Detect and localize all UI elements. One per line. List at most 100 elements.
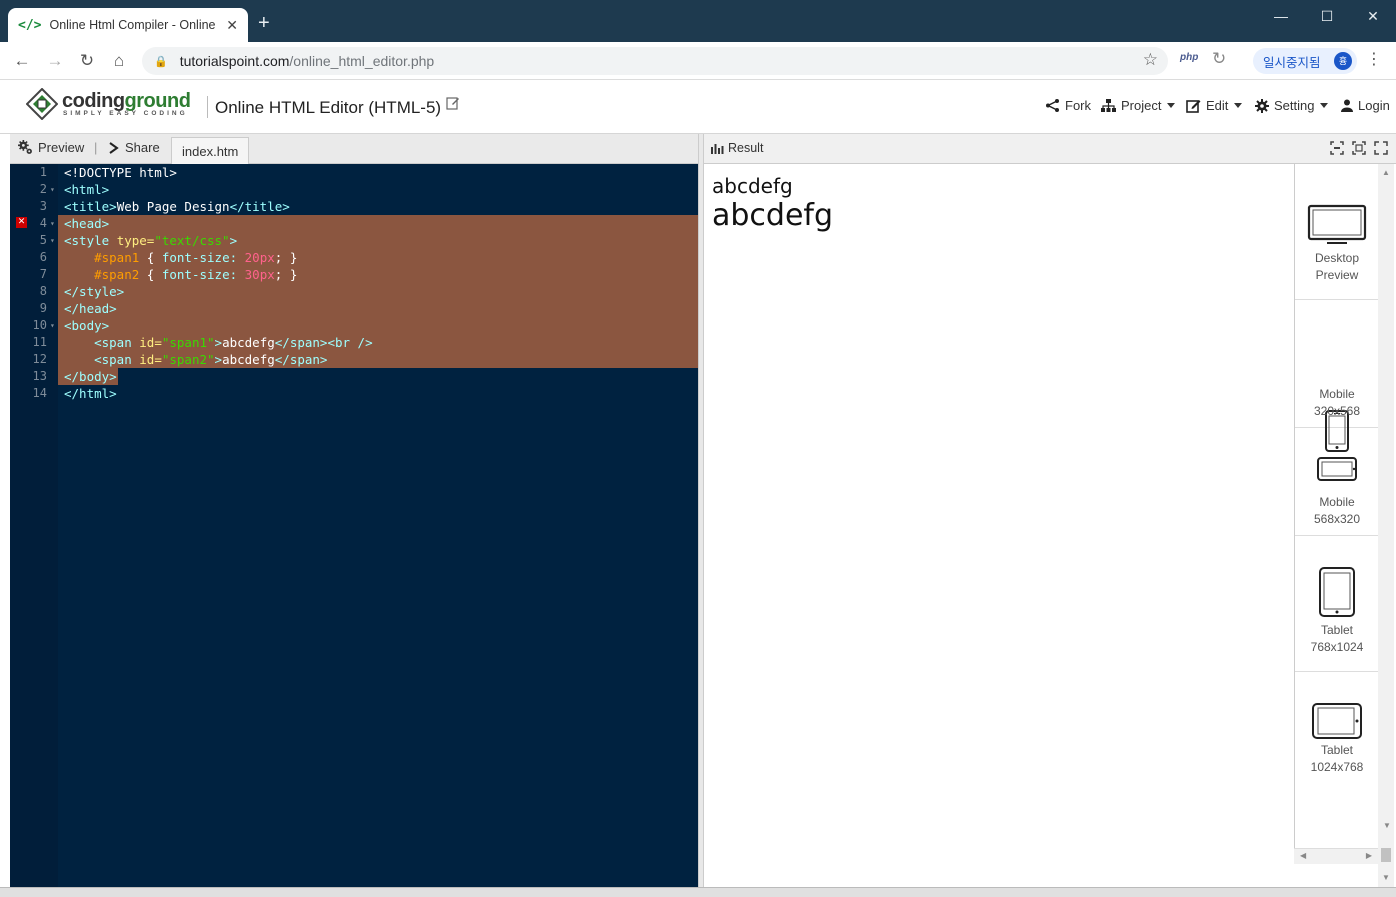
code-token: ; } [274, 267, 298, 282]
code-token: type= [116, 233, 155, 248]
code-token: ; } [274, 250, 298, 265]
share-button[interactable]: Share [108, 140, 160, 155]
device-name: Tablet [1320, 743, 1354, 757]
chevron-right-icon [109, 141, 119, 154]
line-number: 4 [39, 216, 47, 230]
fold-arrow-icon[interactable]: ▾ [50, 181, 55, 198]
forward-icon[interactable]: → [44, 50, 66, 72]
code-token: id= [139, 352, 162, 367]
close-tab-icon[interactable]: ✕ [226, 17, 238, 34]
device-scroll-down-icon[interactable]: ▼ [1383, 821, 1391, 830]
code-token: { [146, 267, 155, 282]
editor-tabbar: Preview | Share index.htm [10, 134, 698, 164]
device-name: Mobile [1319, 387, 1355, 401]
share-label: Share [125, 140, 160, 155]
chevron-down-icon [1320, 103, 1329, 108]
reload-icon[interactable]: ↻ [76, 50, 98, 72]
fold-arrow-icon[interactable]: ▾ [50, 232, 55, 249]
code-token: </title> [229, 199, 290, 214]
project-label: Project [1121, 98, 1162, 113]
code-token: 20px [244, 250, 275, 265]
code-line: 12 <span id="span2">abcdefg</span> [10, 351, 698, 368]
scroll-thumb[interactable] [1381, 848, 1391, 862]
scroll-left-icon[interactable]: ◀ [1300, 851, 1306, 860]
browser-tab[interactable]: </> Online Html Compiler - Online H ✕ [8, 8, 248, 42]
fit-screen-icon[interactable] [1330, 141, 1344, 155]
fold-arrow-icon[interactable]: ▾ [50, 317, 55, 334]
code-line: 3 <title>Web Page Design</title> [10, 198, 698, 215]
gear-icon [1255, 98, 1269, 113]
back-icon[interactable]: ← [11, 50, 33, 72]
device-name: Tablet [1320, 623, 1354, 637]
code-favicon-icon: </> [18, 17, 42, 33]
code-token: abcdefg [222, 352, 275, 367]
device-mobile-portrait[interactable]: Mobile 320x568 [1295, 300, 1378, 452]
project-menu[interactable]: Project [1101, 98, 1176, 113]
fold-arrow-icon[interactable]: ▾ [50, 215, 55, 232]
logo-word-ground: ground [124, 90, 191, 112]
home-icon[interactable]: ⌂ [108, 50, 130, 72]
logo-word-coding: coding [62, 90, 125, 112]
address-bar[interactable]: 🔒 tutorialspoint.com/online_html_editor.… [142, 47, 1168, 75]
code-line: 11 <span id="span1">abcdefg</span><br /> [10, 334, 698, 351]
new-tab-icon[interactable]: + [258, 12, 270, 35]
line-number: 8 [39, 284, 47, 298]
scroll-down-icon[interactable]: ▼ [1382, 873, 1390, 882]
codingground-logo-icon[interactable] [26, 88, 58, 120]
edit-title-icon[interactable] [446, 96, 460, 110]
result-span2: abcdefg [712, 198, 834, 233]
browser-menu-icon[interactable]: ⋮ [1366, 49, 1382, 69]
desktop-icon [1307, 204, 1367, 244]
fork-menu[interactable]: Fork [1045, 98, 1091, 113]
result-tab[interactable]: Result [711, 141, 763, 155]
result-toolbar [1330, 141, 1388, 155]
device-size: 768x1024 [1310, 640, 1364, 654]
code-line: 7 #span2 { font-size: 30px; } [10, 266, 698, 283]
device-size: 568x320 [1313, 512, 1361, 526]
code-token: </html> [64, 386, 117, 401]
device-tablet-portrait[interactable]: Tablet 768x1024 [1295, 536, 1378, 672]
device-mobile-landscape[interactable]: Mobile 568x320 [1295, 428, 1378, 536]
php-extension-icon[interactable]: php [1180, 52, 1198, 63]
bookmark-star-icon[interactable]: ☆ [1143, 50, 1158, 70]
scroll-up-icon[interactable]: ▲ [1382, 168, 1390, 177]
result-label: Result [728, 141, 764, 155]
code-token: </body> [64, 369, 117, 384]
browser-titlebar: </> Online Html Compiler - Online H ✕ + … [0, 0, 1396, 42]
code-token: <!DOCTYPE html> [64, 165, 177, 180]
scroll-right-icon[interactable]: ▶ [1366, 851, 1372, 860]
device-name: Desktop [1314, 251, 1360, 265]
code-editor[interactable]: 1 <!DOCTYPE html> 2 ▾ <html> 3 <title>We… [10, 164, 698, 887]
device-size: Preview [1315, 268, 1359, 282]
device-tablet-landscape[interactable]: Tablet 1024x768 [1295, 672, 1378, 848]
result-vscrollbar[interactable]: ▲ ▼ [1378, 164, 1394, 887]
setting-menu[interactable]: Setting [1255, 98, 1329, 113]
code-token: <title> [64, 199, 117, 214]
edit-menu[interactable]: Edit [1186, 98, 1243, 113]
code-line: 2 ▾ <html> [10, 181, 698, 198]
extension-refresh-icon[interactable]: ↻ [1212, 49, 1226, 69]
preview-button[interactable]: Preview [18, 140, 84, 155]
code-token: <span [94, 352, 132, 367]
tablet-portrait-icon [1319, 567, 1355, 617]
window-close-icon[interactable]: ✕ [1350, 4, 1396, 28]
line-number: 7 [39, 267, 47, 281]
fullscreen-icon[interactable] [1374, 141, 1388, 155]
bar-chart-icon [711, 143, 724, 154]
code-token: "text/css" [154, 233, 230, 248]
login-link[interactable]: Login [1341, 98, 1390, 113]
compress-icon[interactable] [1352, 141, 1366, 155]
profile-paused-button[interactable]: 일시중지됨 흉 [1253, 48, 1357, 74]
device-list-hscrollbar[interactable]: ◀ ▶ [1294, 848, 1378, 864]
setting-label: Setting [1274, 98, 1315, 113]
tab-index-htm[interactable]: index.htm [171, 137, 250, 164]
line-number: 11 [32, 335, 47, 349]
maximize-icon[interactable]: ☐ [1304, 4, 1350, 28]
code-line: 1 <!DOCTYPE html> [10, 164, 698, 181]
line-number: 14 [32, 386, 47, 400]
device-desktop-preview[interactable]: Desktop Preview [1295, 164, 1378, 300]
code-token: </head> [64, 301, 117, 316]
user-icon [1341, 99, 1353, 112]
code-line: 9 </head> [10, 300, 698, 317]
minimize-icon[interactable]: — [1258, 4, 1304, 28]
